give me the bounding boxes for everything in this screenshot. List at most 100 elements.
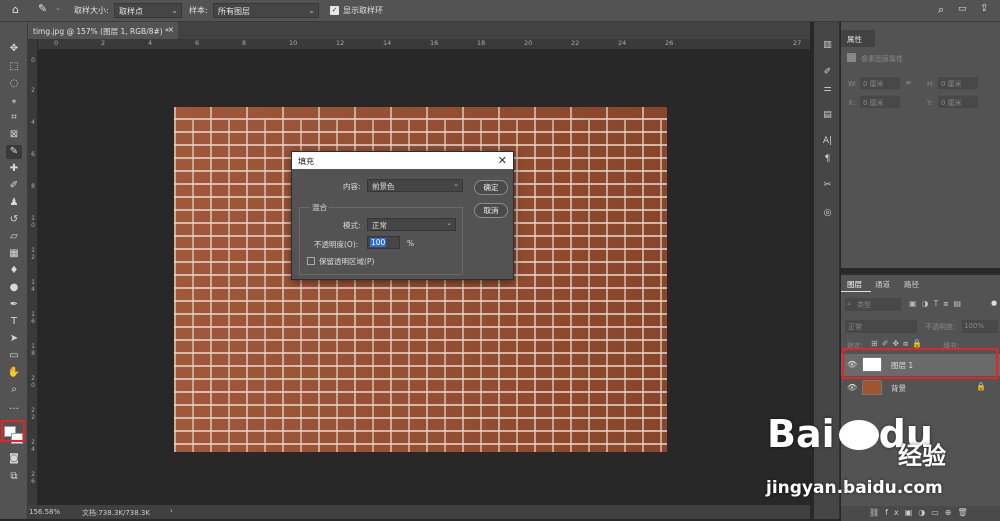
watermark-cn: 经验 <box>898 442 946 470</box>
opacity-input[interactable]: 100 <box>367 236 400 249</box>
properties-panel: 属性 像素图层属性 W: 0 厘米 ∞ H: 0 厘米 X: 0 厘米 Y: 0… <box>841 22 1000 268</box>
paw-icon <box>835 412 879 450</box>
quick-mask-icon[interactable]: ◙ <box>6 452 22 466</box>
document-tab-bar: timg.jpg @ 157% (图层 1, RGB/8#) * × <box>28 22 810 39</box>
tools-icon[interactable]: ✂ <box>821 180 834 192</box>
link-icon[interactable]: ∞ <box>905 78 912 87</box>
sample-size-select[interactable]: 取样点 ⌄ <box>114 3 182 18</box>
height-field[interactable]: 0 厘米 <box>938 77 978 89</box>
marquee-tool-icon[interactable]: ⬚ <box>6 60 22 74</box>
blur-tool-icon[interactable]: ♦ <box>6 264 22 278</box>
quick-select-tool-icon[interactable]: ⁎ <box>6 94 22 108</box>
ruler-tick-label: 1 8 <box>31 343 35 357</box>
shape-tool-icon[interactable]: ▭ <box>6 349 22 363</box>
preserve-transparency-checkbox[interactable] <box>307 257 315 265</box>
eye-icon[interactable]: 👁 <box>847 383 857 392</box>
properties-kind: 像素图层属性 <box>861 55 903 63</box>
eraser-tool-icon[interactable]: ▱ <box>6 230 22 244</box>
move-tool-icon[interactable]: ✥ <box>6 42 22 56</box>
tab-paths[interactable]: 路径 <box>904 279 919 290</box>
foreground-color-highlight <box>1 420 25 442</box>
chevron-down-icon: ⌄ <box>308 6 315 15</box>
zoom-level[interactable]: 156.58% <box>29 508 60 516</box>
paragraph-icon[interactable]: ¶ <box>821 154 834 166</box>
mode-select[interactable]: 正常 ⌄ <box>367 218 456 231</box>
ruler-tick-label: 12 <box>336 39 345 47</box>
tab-layers[interactable]: 图层 <box>847 279 862 290</box>
status-menu-icon[interactable]: › <box>170 507 173 515</box>
sample-select[interactable]: 所有图层 ⌄ <box>213 3 319 18</box>
close-tab-icon[interactable]: × <box>168 25 174 34</box>
ruler-tick-label: 2 2 <box>31 407 35 421</box>
layer-actions-icons[interactable]: ⛓fx▣◑▭⊕🗑 <box>869 508 974 517</box>
ruler-tick-label: 1 0 <box>31 215 35 229</box>
screen-mode-icon[interactable]: ⧉ <box>6 470 22 484</box>
show-ring-checkbox[interactable]: ✓ <box>330 6 339 15</box>
w-label: W: <box>848 80 857 88</box>
opacity-value: 100 <box>370 238 387 247</box>
gradient-tool-icon[interactable]: ▦ <box>6 247 22 261</box>
character-icon[interactable]: A| <box>821 136 834 148</box>
type-tool-icon[interactable]: T <box>6 315 22 329</box>
dodge-tool-icon[interactable]: ● <box>6 281 22 295</box>
ok-button[interactable]: 确定 <box>474 180 508 195</box>
layer-filter-select[interactable]: ⌕ 类型 <box>845 298 901 311</box>
layer-opacity-value: 100% <box>964 322 985 330</box>
layer-filter-icons[interactable]: ▣◑T⧈▤ <box>909 299 966 309</box>
ruler-tick-label: 26 <box>665 39 674 47</box>
options-bar: ⌂ ✎ ⌄ 取样大小: 取样点 ⌄ 样本: 所有图层 ⌄ ✓ 显示取样环 ⌕ ▭ ⇪ <box>0 0 1000 22</box>
eyedropper-tool-icon[interactable]: ✎ <box>6 145 22 159</box>
home-icon[interactable]: ⌂ <box>12 3 19 16</box>
history-panel-icon[interactable]: ▥ <box>821 40 834 52</box>
chevron-down-icon: ⌄ <box>453 180 459 188</box>
path-select-tool-icon[interactable]: ➤ <box>6 332 22 346</box>
cancel-button[interactable]: 取消 <box>474 203 508 218</box>
frame-tool-icon[interactable]: ⊠ <box>6 128 22 142</box>
vertical-ruler: 0 2 4 6 8 1 0 1 2 1 4 1 6 1 8 2 0 2 2 2 … <box>28 39 38 505</box>
info-icon[interactable]: ▤ <box>821 110 834 122</box>
ruler-tick-label: 16 <box>430 39 439 47</box>
layer-opacity-label: 不透明度: <box>925 323 956 331</box>
content-select[interactable]: 前景色 ⌄ <box>367 179 463 192</box>
history-brush-tool-icon[interactable]: ↺ <box>6 213 22 227</box>
lasso-tool-icon[interactable]: ◌ <box>6 77 22 91</box>
tab-channels[interactable]: 通道 <box>875 279 890 290</box>
close-icon[interactable]: ✕ <box>498 154 507 167</box>
tab-properties[interactable]: 属性 <box>841 30 875 47</box>
3d-icon[interactable]: ◎ <box>821 208 834 220</box>
watermark-brand: Bai <box>767 412 835 456</box>
search-icon[interactable]: ⌕ <box>938 3 944 17</box>
chevron-down-icon: ⌄ <box>171 6 178 15</box>
ruler-tick-label: 0 <box>31 57 35 64</box>
tool-preset-chevron-icon[interactable]: ⌄ <box>55 4 61 12</box>
blend-mode-select[interactable]: 正常 <box>845 320 917 333</box>
eyedropper-tool-icon[interactable]: ✎ <box>38 2 47 15</box>
adjustments-icon[interactable]: ⚌ <box>821 84 834 96</box>
zoom-tool-icon[interactable]: ⌕ <box>6 383 22 397</box>
filter-toggle-icon[interactable]: ● <box>991 299 997 307</box>
clone-stamp-tool-icon[interactable]: ♟ <box>6 196 22 210</box>
layer-opacity-field[interactable]: 100% <box>962 320 998 333</box>
layer-row-background[interactable]: 👁 背景 🔒 <box>841 377 1000 399</box>
opacity-label: 不透明度(O): <box>314 240 359 249</box>
brush-tool-icon[interactable]: ✐ <box>6 179 22 193</box>
ruler-tick-label: 4 <box>31 119 35 126</box>
pen-tool-icon[interactable]: ✒ <box>6 298 22 312</box>
crop-tool-icon[interactable]: ⌗ <box>6 111 22 125</box>
width-field[interactable]: 0 厘米 <box>860 77 900 89</box>
x-field[interactable]: 0 厘米 <box>860 96 900 108</box>
y-field[interactable]: 0 厘米 <box>938 96 978 108</box>
healing-brush-tool-icon[interactable]: ✚ <box>6 162 22 176</box>
document-tab[interactable]: timg.jpg @ 157% (图层 1, RGB/8#) * × <box>28 22 178 39</box>
workspace-icon[interactable]: ▭ <box>958 4 967 14</box>
ruler-tick-label: 4 <box>148 39 153 47</box>
ruler-tick-label: 2 0 <box>31 375 35 389</box>
share-icon[interactable]: ⇪ <box>980 3 988 14</box>
tools-panel: ✥ ⬚ ◌ ⁎ ⌗ ⊠ ✎ ✚ ✐ ♟ ↺ ▱ ▦ ♦ ● ✒ T ➤ ▭ ✋ … <box>0 22 28 519</box>
brush-settings-icon[interactable]: ✐ <box>821 67 834 79</box>
hand-tool-icon[interactable]: ✋ <box>6 366 22 380</box>
y-label: Y: <box>927 99 933 107</box>
ruler-tick-label: 14 <box>383 39 392 47</box>
document-size: 文档:738.3K/738.3K <box>82 509 150 517</box>
more-tools-icon[interactable]: … <box>6 400 22 414</box>
